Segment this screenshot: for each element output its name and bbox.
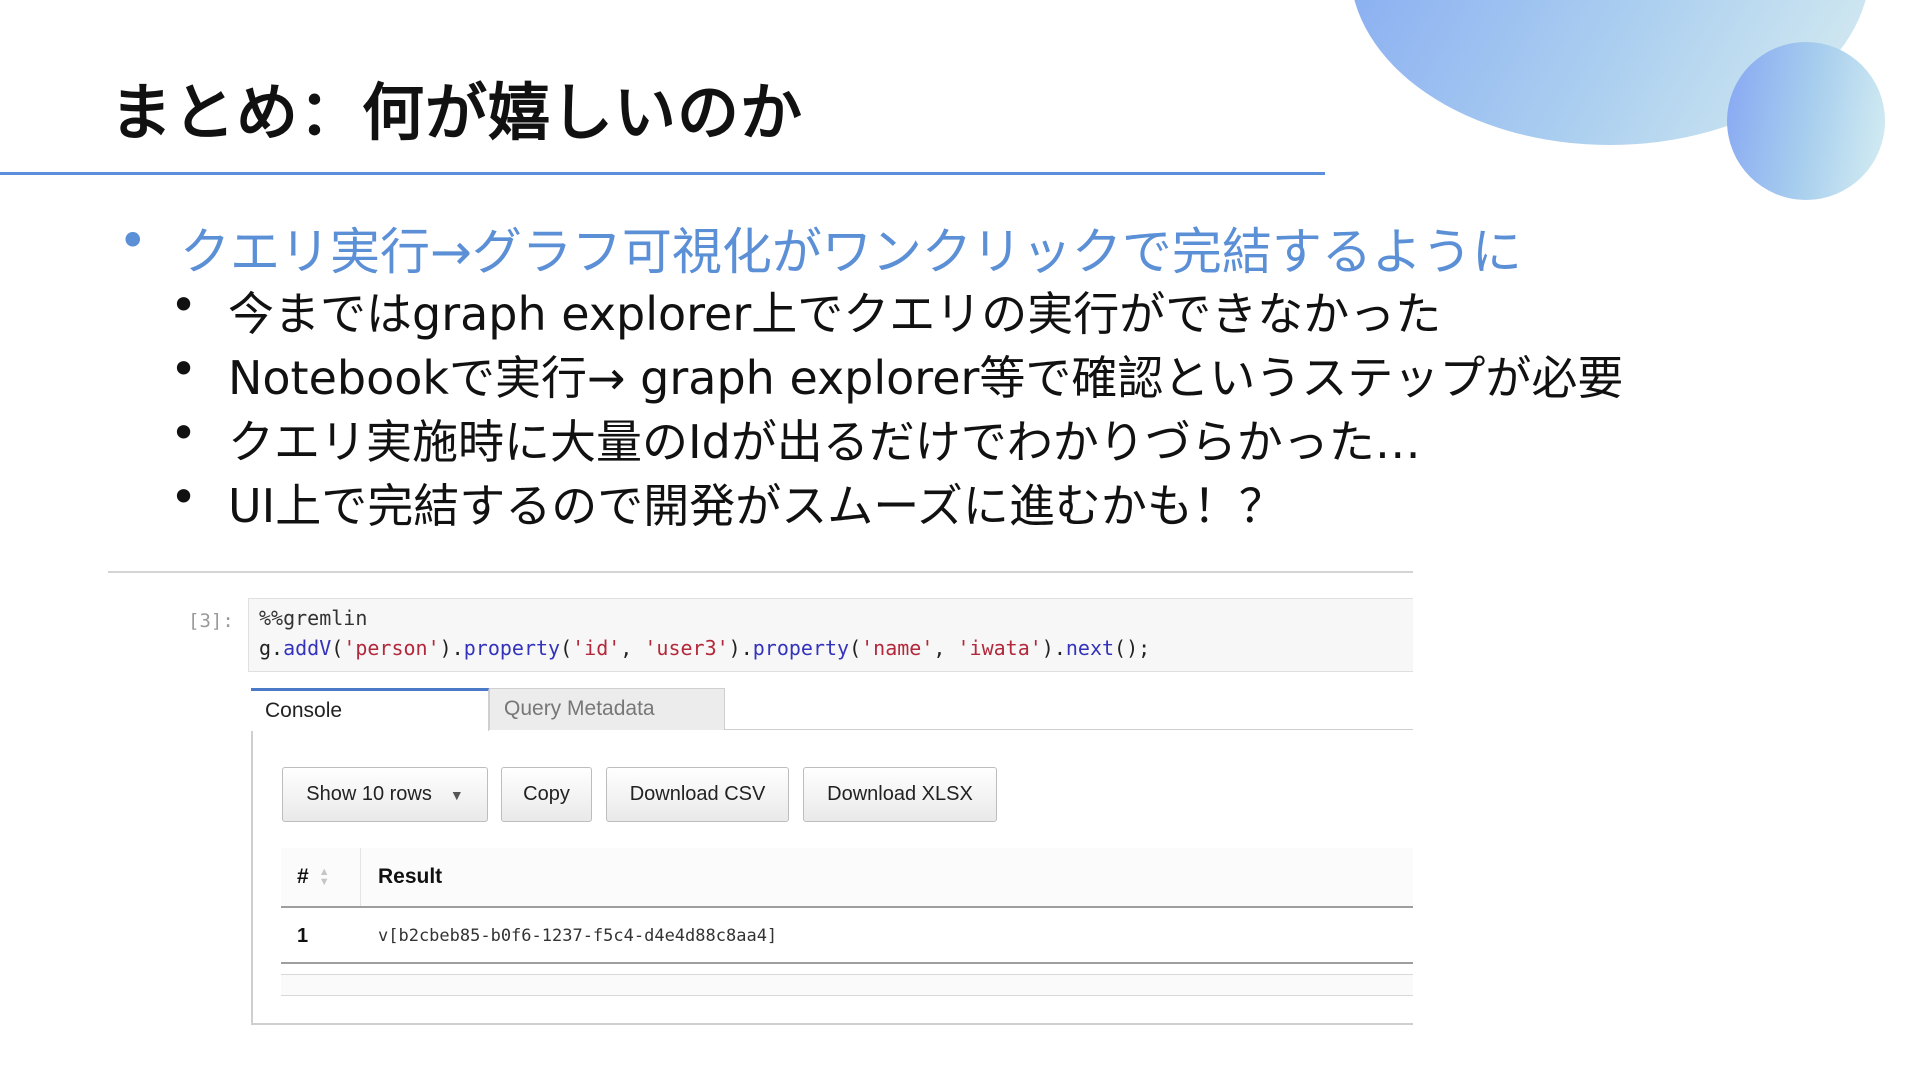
code-token: property [463, 636, 561, 660]
sort-icon: ▲ ▼ [318, 866, 330, 888]
code-cell[interactable]: %%gremlin g.addV('person').property('id'… [248, 598, 1413, 672]
column-header-number[interactable]: # ▲ ▼ [281, 848, 361, 906]
row-number-cell: 1 [297, 924, 309, 947]
bullet-dot: • [170, 278, 198, 332]
table-header [281, 848, 1413, 908]
sub-bullet-text: クエリ実施時に大量のIdが出るだけでわかりづらかった… [228, 415, 1421, 469]
code-string: 'person' [343, 636, 440, 660]
bullet-dot: • [170, 470, 198, 524]
code-string: 'iwata' [957, 636, 1042, 660]
code-magic: %%gremlin [259, 606, 368, 630]
code-token: ). [439, 636, 464, 660]
table-footer [281, 974, 1413, 996]
code-token: ( [849, 636, 862, 660]
show-rows-dropdown[interactable]: Show 10 rows ▼ [282, 767, 488, 822]
code-token: property [752, 636, 850, 660]
code-token: (); [1114, 636, 1151, 660]
code-token: ). [1041, 636, 1066, 660]
show-rows-label: Show 10 rows [306, 783, 432, 805]
decorative-circle-small [1727, 42, 1885, 200]
code-token: ( [331, 636, 344, 660]
cell-prompt: [3]: [188, 610, 234, 632]
sub-bullet-text: Notebookで実行→ graph explorer等で確認というステップが必… [228, 351, 1624, 405]
main-bullet-text: クエリ実行→グラフ可視化がワンクリックで完結するように [180, 223, 1522, 281]
download-csv-button[interactable]: Download CSV [606, 767, 789, 822]
copy-button[interactable]: Copy [501, 767, 592, 822]
column-header-result[interactable]: Result [378, 848, 442, 906]
bullet-dot: • [170, 342, 198, 396]
code-string: 'user3' [644, 636, 729, 660]
code-token: , [933, 636, 958, 660]
slide-title: まとめ：何が嬉しいのか [110, 76, 804, 149]
code-token: next [1065, 636, 1115, 660]
code-string: 'name' [861, 636, 934, 660]
code-token: g. [259, 636, 284, 660]
bullet-dot: • [118, 212, 148, 270]
caret-down-icon: ▼ [449, 786, 464, 803]
sub-bullet-text: 今まではgraph explorer上でクエリの実行ができなかった [228, 287, 1442, 341]
code-token: ( [560, 636, 573, 660]
column-header-label: # [297, 865, 309, 888]
result-cell: v[b2cbeb85-b0f6-1237-f5c4-d4e4d88c8aa4] [378, 926, 778, 946]
screenshot-divider [108, 571, 1413, 573]
tab-query-metadata[interactable]: Query Metadata [489, 688, 725, 730]
download-xlsx-button[interactable]: Download XLSX [803, 767, 997, 822]
code-token: , [620, 636, 645, 660]
code-string: 'id' [572, 636, 621, 660]
bullet-dot: • [170, 406, 198, 460]
title-divider [0, 172, 1325, 175]
code-token: ). [728, 636, 753, 660]
sub-bullet-text: UI上で完結するので開発がスムーズに進むかも！？ [228, 479, 1285, 533]
tab-console[interactable]: Console [251, 688, 489, 731]
code-token: addV [283, 636, 332, 660]
